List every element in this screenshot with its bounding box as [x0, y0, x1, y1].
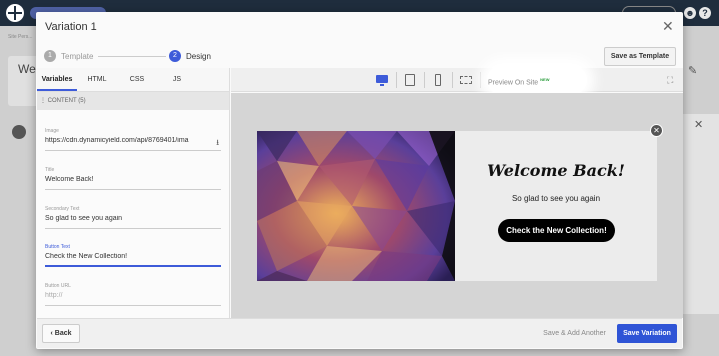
back-button[interactable]: ‹ Back: [42, 324, 80, 343]
close-icon[interactable]: ✕: [650, 124, 663, 137]
divider: [452, 72, 453, 88]
tab-js[interactable]: JS: [157, 68, 197, 91]
expand-icon[interactable]: ⛶: [667, 75, 673, 86]
close-icon[interactable]: ✕: [662, 18, 674, 35]
mobile-icon[interactable]: [432, 74, 444, 86]
step-connector: [98, 56, 166, 57]
popup-subtitle: So glad to see you again: [511, 194, 601, 203]
modal-footer: ‹ Back Save & Add Another Save Variation: [37, 318, 682, 348]
editor-tabs: Variables HTML CSS JS: [37, 68, 229, 92]
preview-on-site-link[interactable]: Preview On Site NEW: [487, 65, 587, 95]
variation-modal: Variation 1 ✕ 1 Template 2 Design Save a…: [36, 12, 683, 349]
content-header-label: CONTENT (5): [47, 98, 86, 104]
button-url-field[interactable]: Button URL http://: [45, 283, 221, 306]
divider: [424, 72, 425, 88]
field-label: Image: [45, 128, 59, 134]
drag-handle-icon: ⋮: [40, 98, 48, 104]
secondary-text-input[interactable]: So glad to see you again: [45, 215, 221, 229]
image-field[interactable]: Image https://cdn.dynamicyield.com/api/8…: [45, 128, 221, 151]
field-label: Title: [45, 167, 55, 173]
fields-list: Image https://cdn.dynamicyield.com/api/8…: [37, 110, 229, 318]
user-icon[interactable]: ☻: [684, 7, 696, 19]
grid-logo-icon[interactable]: [6, 4, 24, 22]
divider: [480, 72, 481, 88]
popup-text-area: Welcome Back! So glad to see you again C…: [455, 131, 657, 281]
preview-label: Preview On Site: [488, 79, 539, 87]
preview-toolbar: Preview On Site NEW ⛶: [231, 65, 683, 95]
save-and-add-another-button[interactable]: Save & Add Another: [542, 324, 607, 343]
field-label: Secondary Text: [45, 206, 80, 212]
new-badge: NEW: [540, 77, 550, 82]
desktop-icon[interactable]: [376, 74, 388, 86]
field-label: Button URL: [45, 283, 71, 289]
tab-css[interactable]: CSS: [117, 68, 157, 91]
step-number: 1: [44, 50, 56, 62]
image-url-input[interactable]: https://cdn.dynamicyield.com/api/8769401…: [45, 137, 221, 151]
content-section-header[interactable]: ⋮ CONTENT (5): [37, 92, 229, 110]
step-label: Template: [61, 51, 94, 61]
button-text-input[interactable]: Check the New Collection!: [45, 253, 221, 267]
close-icon[interactable]: ✕: [694, 118, 703, 131]
preview-canvas: Welcome Back! So glad to see you again C…: [231, 93, 683, 318]
popup-title: Welcome Back!: [487, 161, 625, 180]
upload-icon[interactable]: ⭳: [216, 137, 219, 151]
divider: [396, 72, 397, 88]
save-variation-button[interactable]: Save Variation: [617, 324, 677, 343]
save-as-template-button[interactable]: Save as Template: [604, 47, 676, 66]
popup-preview: Welcome Back! So glad to see you again C…: [257, 124, 663, 281]
popup-cta-button[interactable]: Check the New Collection!: [498, 219, 615, 242]
secondary-text-field[interactable]: Secondary Text So glad to see you again: [45, 206, 221, 229]
avatar: [12, 125, 26, 139]
variables-panel: Variables HTML CSS JS ⋮ CONTENT (5) Imag…: [37, 68, 230, 318]
button-text-field[interactable]: Button Text Check the New Collection!: [45, 244, 221, 267]
field-label: Button Text: [45, 244, 70, 250]
background-panel: [682, 114, 719, 314]
tablet-icon[interactable]: [404, 74, 416, 86]
step-design[interactable]: 2 Design: [169, 50, 211, 62]
pencil-icon[interactable]: ✎: [688, 64, 697, 77]
title-input[interactable]: Welcome Back!: [45, 176, 221, 190]
help-icon[interactable]: ?: [699, 7, 711, 19]
title-field[interactable]: Title Welcome Back!: [45, 167, 221, 190]
breadcrumb: Site Pers...: [8, 34, 33, 40]
step-template[interactable]: 1 Template: [44, 50, 93, 62]
popup-hero-image: [257, 131, 455, 281]
button-url-input[interactable]: http://: [45, 292, 221, 306]
tab-html[interactable]: HTML: [77, 68, 117, 91]
modal-title: Variation 1: [45, 21, 97, 33]
step-number: 2: [169, 50, 181, 62]
fullscreen-icon[interactable]: [460, 74, 472, 86]
background-heading: We: [18, 62, 36, 76]
tab-variables[interactable]: Variables: [37, 68, 77, 91]
step-label: Design: [186, 51, 211, 61]
